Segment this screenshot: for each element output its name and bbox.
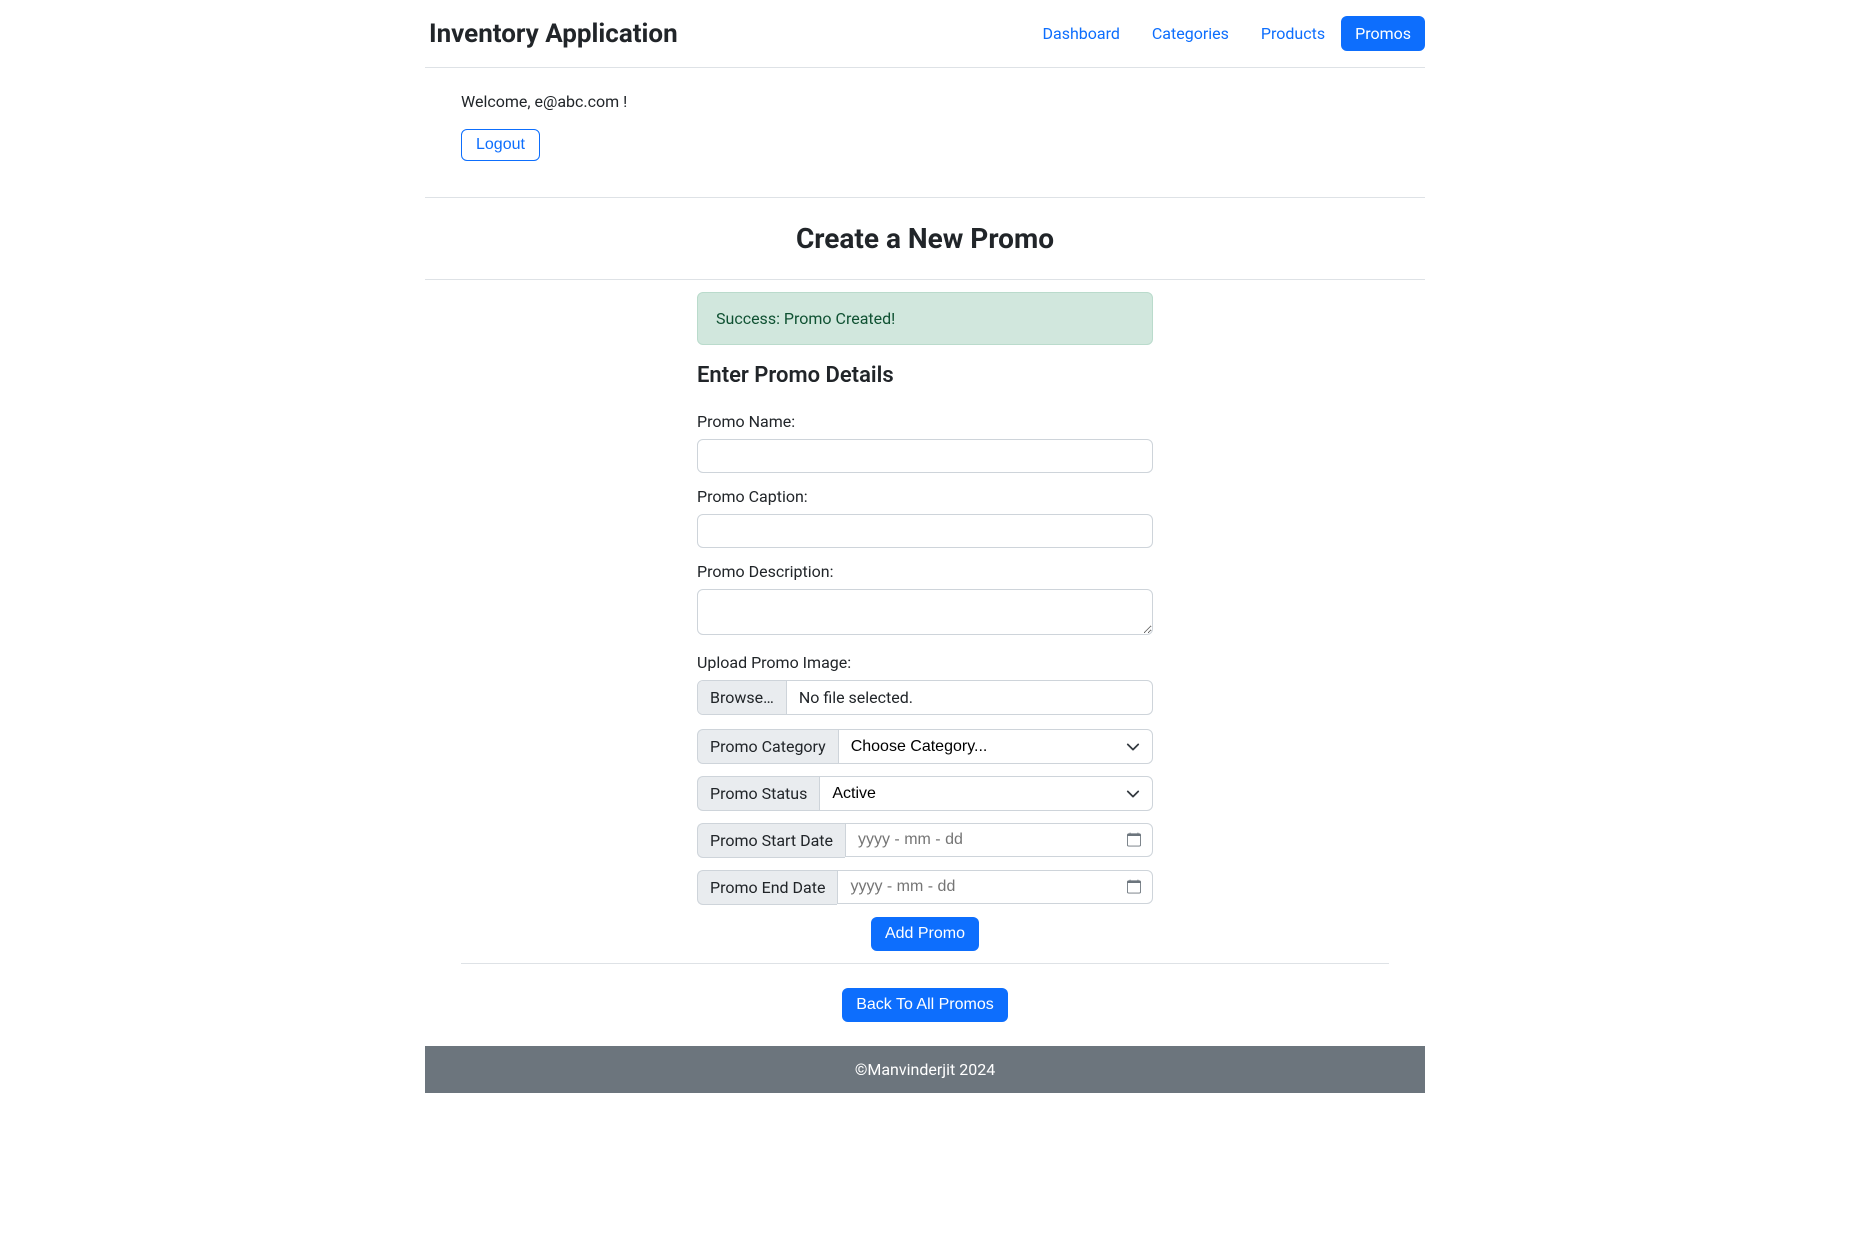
promo-category-select[interactable]: Choose Category... <box>838 729 1153 764</box>
upload-image-label: Upload Promo Image: <box>697 653 1153 672</box>
nav-link-dashboard[interactable]: Dashboard <box>1027 16 1136 51</box>
promo-start-date-group: Promo Start Date <box>697 823 1153 858</box>
promo-name-input[interactable] <box>697 439 1153 473</box>
welcome-section: Welcome, e@abc.com ! Logout <box>425 68 1425 177</box>
submit-wrapper: Add Promo <box>697 917 1153 951</box>
file-selected-text: No file selected. <box>787 681 1152 714</box>
footer-text: ©Manvinderjit 2024 <box>855 1060 995 1079</box>
form-heading: Enter Promo Details <box>697 363 1153 388</box>
browse-button[interactable]: Browse… <box>698 681 787 714</box>
form-container: Success: Promo Created! Enter Promo Deta… <box>697 280 1153 951</box>
back-to-promos-button[interactable]: Back To All Promos <box>842 988 1008 1022</box>
promo-category-group: Promo Category Choose Category... <box>697 729 1153 764</box>
promo-end-date-input[interactable] <box>837 870 1153 904</box>
promo-category-label: Promo Category <box>697 729 838 764</box>
promo-caption-group: Promo Caption: <box>697 487 1153 548</box>
promo-description-input[interactable] <box>697 589 1153 635</box>
upload-image-group: Upload Promo Image: Browse… No file sele… <box>697 653 1153 715</box>
promo-caption-input[interactable] <box>697 514 1153 548</box>
navbar-brand: Inventory Application <box>425 19 678 49</box>
alert-success: Success: Promo Created! <box>697 292 1153 345</box>
nav-link-categories[interactable]: Categories <box>1136 16 1245 51</box>
promo-status-select[interactable]: Active <box>819 776 1153 811</box>
promo-start-date-label: Promo Start Date <box>697 823 845 858</box>
welcome-text: Welcome, e@abc.com ! <box>461 92 1389 111</box>
footer: ©Manvinderjit 2024 <box>425 1046 1425 1093</box>
add-promo-button[interactable]: Add Promo <box>871 917 979 951</box>
promo-description-group: Promo Description: <box>697 562 1153 639</box>
promo-start-date-input[interactable] <box>845 823 1153 857</box>
promo-status-group: Promo Status Active <box>697 776 1153 811</box>
nav-link-promos[interactable]: Promos <box>1341 16 1425 51</box>
promo-description-label: Promo Description: <box>697 562 1153 581</box>
promo-status-label: Promo Status <box>697 776 819 811</box>
file-input-wrapper[interactable]: Browse… No file selected. <box>697 680 1153 715</box>
page-title: Create a New Promo <box>425 198 1425 280</box>
promo-name-label: Promo Name: <box>697 412 1153 431</box>
promo-end-date-label: Promo End Date <box>697 870 837 905</box>
promo-name-group: Promo Name: <box>697 412 1153 473</box>
nav-links: Dashboard Categories Products Promos <box>1027 16 1426 51</box>
logout-button[interactable]: Logout <box>461 129 540 161</box>
nav-link-products[interactable]: Products <box>1245 16 1341 51</box>
promo-end-date-group: Promo End Date <box>697 870 1153 905</box>
back-section: Back To All Promos <box>425 964 1425 1046</box>
navbar: Inventory Application Dashboard Categori… <box>425 0 1425 68</box>
promo-caption-label: Promo Caption: <box>697 487 1153 506</box>
